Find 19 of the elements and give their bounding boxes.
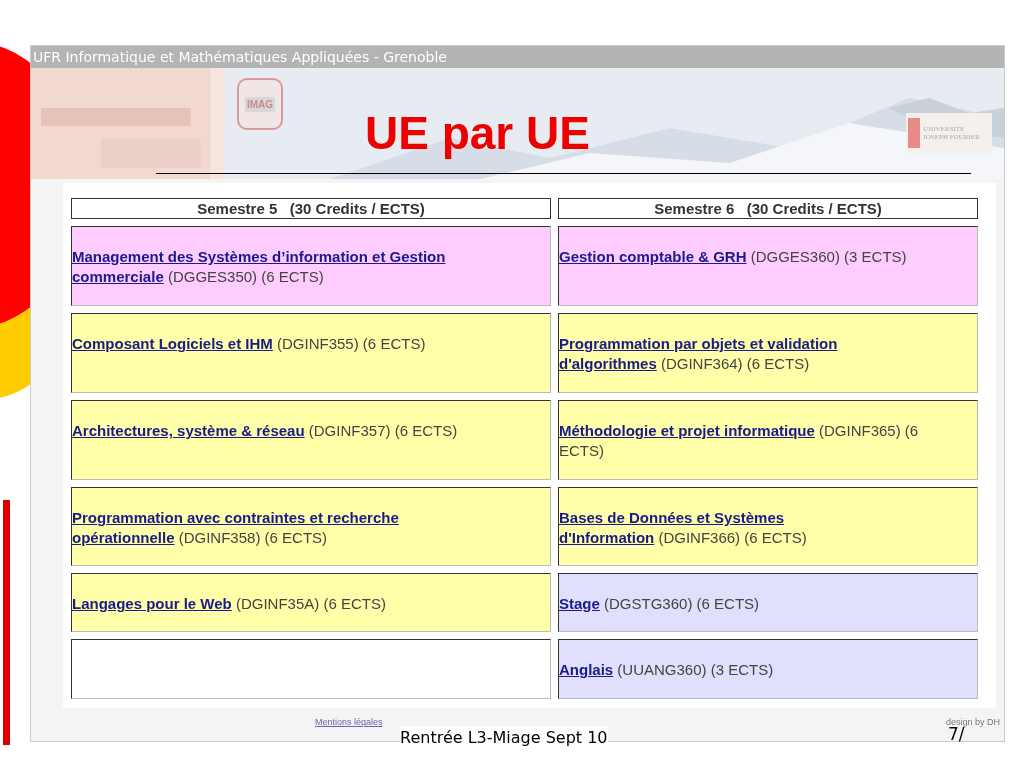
course-entry[interactable]: Langages pour le Web (DGINF35A) (6 ECTS) <box>72 594 550 614</box>
legal-link[interactable]: Mentions légales <box>315 716 383 730</box>
course-entry[interactable]: Programmation par objets et validation d'algorithmes (DGINF364) (6 ECTS) <box>559 334 977 374</box>
credit-text: design by DH <box>945 716 1000 728</box>
site-header-text: UFR Informatique et Mathématiques Appliquées - Grenoble <box>33 47 447 67</box>
column-header: Semestre 5 (30 Credits / ECTS) <box>71 198 551 219</box>
course-entry[interactable]: Anglais (UUANG360) (3 ECTS) <box>559 660 977 680</box>
logo-text: IMAG <box>244 96 276 112</box>
course-entry[interactable]: Programmation avec contraintes et recherche opérationnelle (DGINF358) (6 ECTS) <box>72 508 550 548</box>
course-entry[interactable]: Méthodologie et projet informatique (DGINF365) (6 ECTS) <box>559 421 977 461</box>
course-entry[interactable]: Stage (DGSTG360) (6 ECTS) <box>559 594 977 614</box>
page-title: UE par UE <box>365 106 590 161</box>
course-entry[interactable]: Architectures, système & réseau (DGINF357) (6 ECTS) <box>72 421 550 441</box>
logo-mark-icon <box>908 118 921 148</box>
column-header: Semestre 6 (30 Credits / ECTS) <box>558 198 978 219</box>
course-entry[interactable]: Composant Logiciels et IHM (DGINF355) (6 ECTS) <box>72 334 550 354</box>
course-entry[interactable]: Bases de Données et Systèmes d'Information (DGINF366) (6 ECTS) <box>559 508 977 548</box>
course-entry[interactable]: Gestion comptable & GRH (DGGES360) (3 ECTS) <box>559 247 977 267</box>
course-entry[interactable]: Management des Systèmes d’information et Gestion commerciale (DGGES350) (6 ECTS) <box>72 247 550 287</box>
